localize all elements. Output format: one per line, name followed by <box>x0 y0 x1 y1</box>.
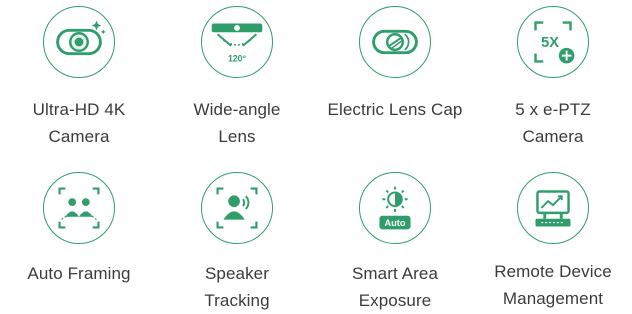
feature-label-line: Electric Lens Cap <box>327 100 463 119</box>
wide-angle-value: 120° <box>228 53 247 63</box>
feature-ultra-hd-camera: Ultra-HD 4K Camera <box>0 0 158 156</box>
camera-lens-icon <box>43 6 115 78</box>
feature-label-line: Speaker <box>204 264 270 283</box>
feature-label-line: Ultra-HD 4K <box>32 100 126 119</box>
auto-framing-icon <box>43 172 115 244</box>
exposure-icon: Auto <box>359 172 431 244</box>
feature-label-line: Camera <box>48 127 110 146</box>
feature-label-line: Smart Area <box>351 264 439 283</box>
feature-label-line: Camera <box>522 127 584 146</box>
feature-label-line: Wide-angle <box>193 100 281 119</box>
feature-label-line: Auto Framing <box>27 264 131 283</box>
zoom-value: 5X <box>541 35 559 51</box>
feature-label-line: Management <box>502 289 604 308</box>
feature-label-line: Remote Device <box>494 262 612 281</box>
feature-remote-device-management: Remote Device Management <box>474 156 632 312</box>
lens-cap-icon <box>359 6 431 78</box>
feature-label-line: 5 x e-PTZ <box>515 100 591 119</box>
feature-e-ptz-camera: 5X 5 x e-PTZ Camera <box>474 0 632 156</box>
zoom-ptz-icon: 5X <box>517 6 589 78</box>
feature-label-line: Tracking <box>204 291 270 310</box>
wide-angle-icon: 120° <box>201 6 273 78</box>
feature-speaker-tracking: Speaker Tracking <box>158 156 316 312</box>
feature-auto-framing: Auto Framing <box>0 156 158 312</box>
feature-wide-angle-lens: 120° Wide-angle Lens <box>158 0 316 156</box>
remote-management-icon <box>517 172 589 244</box>
feature-electric-lens-cap: Electric Lens Cap <box>316 0 474 156</box>
exposure-auto-badge: Auto <box>385 218 406 228</box>
speaker-tracking-icon <box>201 172 273 244</box>
feature-label-line: Exposure <box>358 291 432 310</box>
feature-label-line: Lens <box>218 127 256 146</box>
feature-smart-area-exposure: Auto Smart Area Exposure <box>316 156 474 312</box>
